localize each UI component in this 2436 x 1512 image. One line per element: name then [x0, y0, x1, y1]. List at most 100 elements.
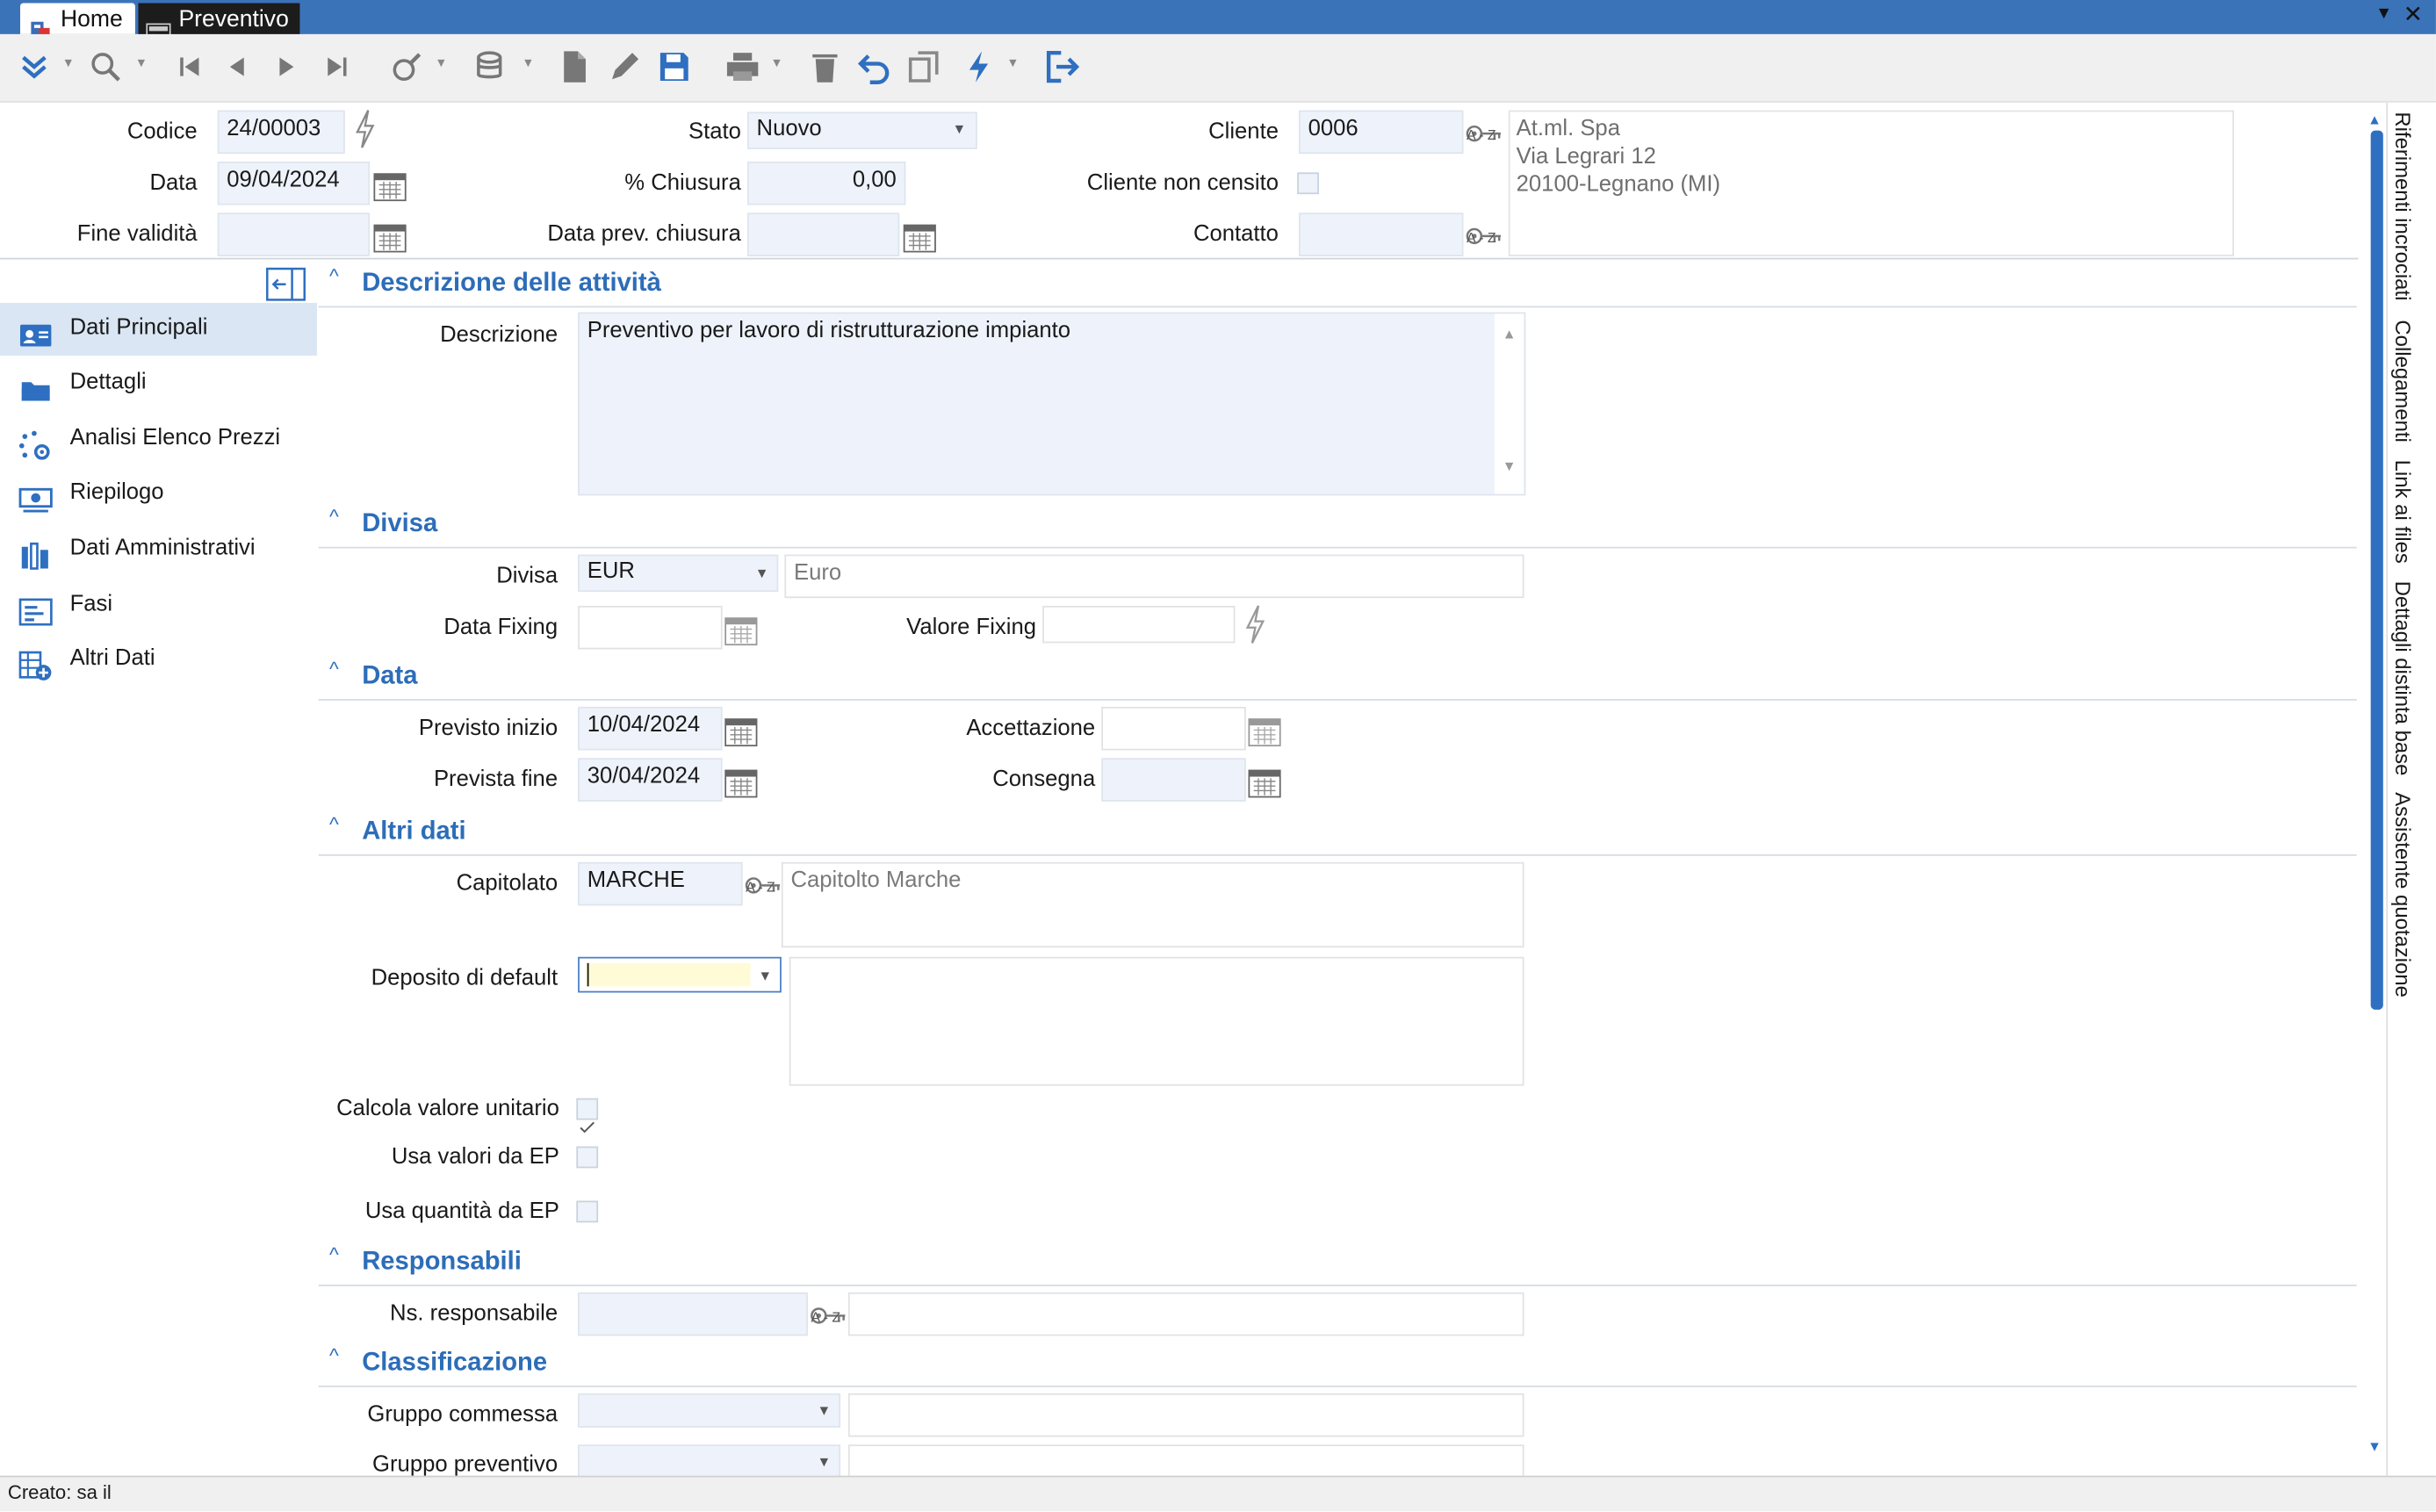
calendar-icon[interactable]	[373, 165, 407, 202]
search-icon[interactable]	[84, 47, 128, 87]
previous-record-icon[interactable]	[216, 47, 260, 87]
first-record-icon[interactable]	[168, 47, 212, 87]
tab-assistente-quotazione[interactable]: Assistente quotazione	[2391, 792, 2415, 997]
undo-icon[interactable]	[853, 47, 897, 87]
section-responsabili[interactable]: ^ Responsabili	[318, 1240, 2357, 1286]
section-descrizione[interactable]: ^ Descrizione delle attività	[318, 261, 2357, 308]
scroll-up-icon[interactable]: ▲	[2368, 112, 2382, 127]
descrizione-textarea[interactable]: Preventivo per lavoro di ristrutturazion…	[578, 312, 1526, 496]
chevron-down-icon[interactable]: ▼	[758, 968, 772, 983]
chevron-down-icon[interactable]: ▼	[62, 56, 75, 70]
print-icon[interactable]	[721, 47, 765, 87]
calendar-icon[interactable]	[724, 608, 758, 646]
save-icon[interactable]	[652, 47, 696, 87]
chevron-down-icon[interactable]: ▼	[135, 56, 148, 70]
sidebar-item-riepilogo[interactable]: Riepilogo	[0, 467, 317, 520]
copy-icon[interactable]	[903, 47, 947, 87]
collapse-caret-icon[interactable]: ^	[329, 657, 339, 680]
chevron-down-icon[interactable]: ▼	[435, 56, 447, 70]
sidebar-item-altri-dati[interactable]: Altri Dati	[0, 634, 317, 687]
scrollbar-thumb[interactable]	[2370, 130, 2383, 1010]
usa-quantita-checkbox[interactable]	[576, 1200, 599, 1223]
collapse-caret-icon[interactable]: ^	[329, 1343, 339, 1367]
collapse-caret-icon[interactable]: ^	[329, 505, 339, 529]
gruppo-commessa-select[interactable]	[578, 1393, 841, 1428]
section-divisa[interactable]: ^ Divisa	[318, 501, 2357, 549]
key-search-icon[interactable]: A - Z	[1465, 212, 1502, 256]
sidebar-item-fasi[interactable]: Fasi	[0, 580, 317, 632]
last-record-icon[interactable]	[315, 47, 359, 87]
new-document-icon[interactable]	[553, 47, 597, 87]
calendar-icon[interactable]	[1248, 761, 1282, 798]
data-field[interactable]: 09/04/2024	[217, 161, 371, 205]
capitolato-field[interactable]: MARCHE	[578, 861, 743, 906]
calendar-icon[interactable]	[373, 216, 407, 253]
chevron-down-icon[interactable]: ▼	[818, 1402, 832, 1418]
key-search-icon[interactable]: A - Z	[1465, 109, 1502, 153]
tab-link-ai-files[interactable]: Link ai files	[2391, 460, 2415, 564]
collapse-sidebar-icon[interactable]	[266, 264, 306, 301]
close-icon[interactable]: ✕	[2404, 0, 2423, 28]
cliente-field[interactable]: 0006	[1298, 110, 1464, 155]
calendar-icon[interactable]	[903, 216, 937, 253]
scroll-down-icon[interactable]: ▼	[2368, 1438, 2382, 1454]
ns-responsabile-field[interactable]	[578, 1292, 808, 1336]
chevron-down-icon[interactable]: ▼	[770, 56, 782, 70]
chiusura-field[interactable]: 0,00	[746, 161, 906, 205]
contatto-field[interactable]	[1298, 212, 1464, 256]
prevista-fine-field[interactable]: 30/04/2024	[578, 758, 723, 802]
accettazione-field[interactable]	[1101, 706, 1246, 751]
stato-select[interactable]: Nuovo	[746, 112, 977, 149]
calendar-icon[interactable]	[724, 761, 758, 798]
sidebar-item-dati-principali[interactable]: Dati Principali	[0, 302, 317, 356]
tab-collegamenti[interactable]: Collegamenti	[2391, 320, 2415, 442]
tab-preventivo[interactable]: Preventivo	[138, 3, 300, 46]
data-prev-chiusura-field[interactable]	[746, 212, 900, 256]
lightning-icon[interactable]	[957, 47, 1001, 87]
tools-icon[interactable]	[386, 47, 429, 87]
sidebar-item-analisi-elenco-prezzi[interactable]: Analisi Elenco Prezzi	[0, 414, 317, 466]
tab-riferimenti-incrociati[interactable]: Riferimenti incrociati	[2391, 112, 2415, 300]
usa-valori-checkbox[interactable]	[576, 1146, 599, 1169]
sidebar-item-dati-amministrativi[interactable]: Dati Amministrativi	[0, 523, 317, 576]
calendar-icon[interactable]	[1248, 709, 1282, 747]
chevron-down-icon[interactable]: ▼	[755, 565, 769, 581]
chevron-down-icon[interactable]: ▼	[818, 1454, 832, 1470]
delete-icon[interactable]	[804, 47, 847, 87]
collapse-caret-icon[interactable]: ^	[329, 1242, 339, 1266]
section-data[interactable]: ^ Data	[318, 654, 2357, 701]
window-menu-icon[interactable]: ▼	[2375, 4, 2392, 23]
next-record-icon[interactable]	[264, 47, 308, 87]
codice-field[interactable]: 24/00003	[217, 110, 345, 155]
lightning-icon[interactable]	[354, 109, 376, 149]
valore-fixing-field[interactable]	[1042, 605, 1236, 644]
chevron-down-icon[interactable]: ▼	[952, 121, 966, 137]
calendar-icon[interactable]	[724, 709, 758, 747]
previsto-inizio-field[interactable]: 10/04/2024	[578, 706, 723, 751]
expand-icon[interactable]	[12, 47, 56, 87]
section-classificazione[interactable]: ^ Classificazione	[318, 1341, 2357, 1387]
gruppo-preventivo-select[interactable]	[578, 1444, 841, 1480]
edit-icon[interactable]	[602, 47, 646, 87]
key-search-icon[interactable]: A - Z	[810, 1291, 847, 1335]
section-altri-dati[interactable]: ^ Altri dati	[318, 810, 2357, 856]
scroll-up-icon[interactable]: ▲	[1503, 327, 1517, 342]
database-icon[interactable]	[469, 47, 513, 87]
calcola-checkbox[interactable]	[576, 1098, 599, 1134]
divisa-select[interactable]: EUR	[578, 554, 779, 593]
fine-validita-field[interactable]	[217, 212, 371, 256]
consegna-field[interactable]	[1101, 758, 1246, 802]
chevron-down-icon[interactable]: ▼	[522, 56, 534, 70]
lightning-icon[interactable]	[1244, 604, 1266, 644]
tab-home[interactable]: Home	[19, 3, 135, 42]
sidebar-item-dettagli[interactable]: Dettagli	[0, 357, 317, 410]
scroll-down-icon[interactable]: ▼	[1503, 458, 1517, 474]
tab-dettagli-distinta-base[interactable]: Dettagli distinta base	[2391, 581, 2415, 776]
key-search-icon[interactable]: A - Z	[744, 860, 781, 904]
textarea-scrollbar[interactable]: ▲ ▼	[1494, 313, 1524, 494]
collapse-caret-icon[interactable]: ^	[329, 264, 339, 288]
data-fixing-field[interactable]	[578, 605, 723, 650]
chevron-down-icon[interactable]: ▼	[1006, 56, 1019, 70]
cliente-non-censito-checkbox[interactable]	[1297, 172, 1319, 195]
collapse-caret-icon[interactable]: ^	[329, 812, 339, 836]
